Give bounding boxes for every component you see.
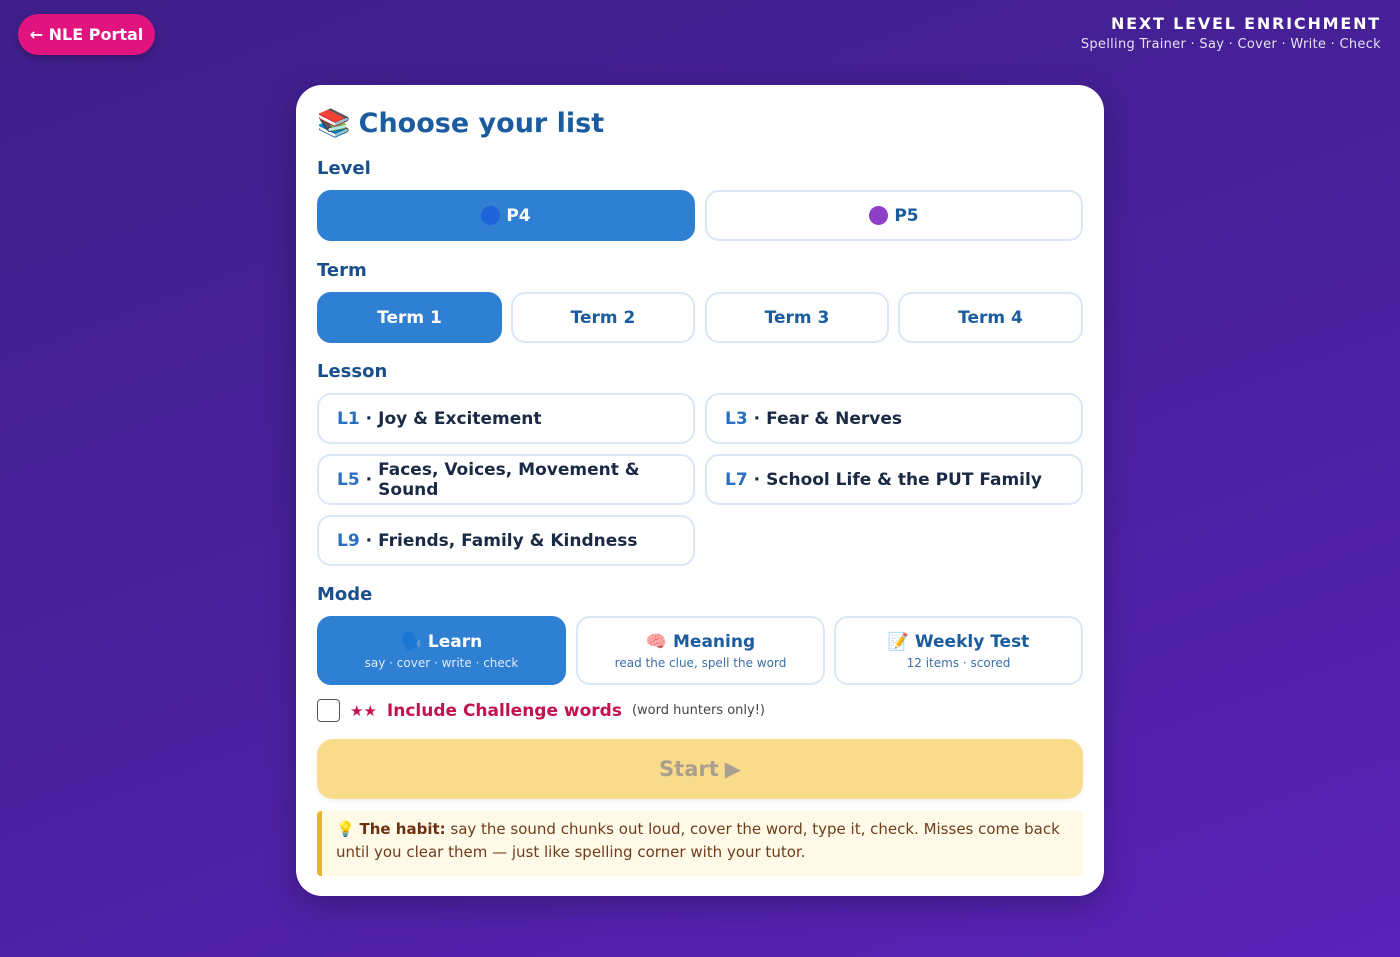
purple-circle-icon <box>869 206 889 225</box>
lesson-title: Friends, Family & Kindness <box>378 530 638 551</box>
level-option-p4[interactable]: P4 <box>317 190 695 241</box>
brand-block: NEXT LEVEL ENRICHMENT Spelling Trainer ·… <box>1081 14 1381 52</box>
books-icon: 📚 <box>317 108 351 139</box>
brand-subtitle: Spelling Trainer · Say · Cover · Write ·… <box>1080 37 1381 52</box>
term-option-label: Term 3 <box>764 307 830 328</box>
mode-label: Mode <box>317 584 373 605</box>
page-title-text: Choose your list <box>358 107 605 139</box>
term-option-label: Term 2 <box>570 307 636 328</box>
lesson-title: Fear & Nerves <box>766 408 902 429</box>
page-title: 📚 Choose your list <box>317 107 605 140</box>
term-option-1[interactable]: Term 1 <box>317 292 502 343</box>
nle-portal-button[interactable]: ← NLE Portal <box>18 14 155 55</box>
lesson-code: L1 <box>337 408 360 429</box>
mode-title-text: Meaning <box>673 631 756 652</box>
memo-icon: 📝 <box>887 631 909 652</box>
term-option-label: Term 4 <box>958 307 1023 328</box>
level-option-label: P4 <box>506 205 531 226</box>
level-option-label: P5 <box>894 205 919 226</box>
mode-title: 🧠 Meaning <box>646 632 755 652</box>
lesson-option-l9[interactable]: L9 · Friends, Family & Kindness <box>317 515 695 566</box>
start-button[interactable]: Start ▶ <box>317 739 1083 799</box>
level-label: Level <box>317 158 371 179</box>
blue-circle-icon <box>481 206 501 225</box>
habit-tip: 💡 The habit: say the sound chunks out lo… <box>317 811 1083 876</box>
lesson-option-l1[interactable]: L1 · Joy & Excitement <box>317 393 695 444</box>
lesson-separator: · <box>753 408 761 429</box>
term-option-2[interactable]: Term 2 <box>511 292 695 343</box>
tip-heading: The habit: <box>359 820 446 838</box>
list-chooser-card: 📚 Choose your list Level P4 P5 Term Term… <box>296 85 1104 896</box>
challenge-row: ★★ Include Challenge words (word hunters… <box>317 699 765 722</box>
start-label: Start <box>659 757 719 781</box>
play-icon: ▶ <box>724 757 741 781</box>
challenge-checkbox[interactable] <box>317 699 340 722</box>
term-option-4[interactable]: Term 4 <box>898 292 1083 343</box>
mode-option-weekly-test[interactable]: 📝 Weekly Test 12 items · scored <box>834 616 1083 685</box>
brand-title: NEXT LEVEL ENRICHMENT <box>1110 14 1381 33</box>
lesson-title: School Life & the PUT Family <box>766 469 1042 490</box>
lesson-code: L5 <box>337 469 360 490</box>
lesson-option-l7[interactable]: L7 · School Life & the PUT Family <box>705 454 1083 505</box>
mode-subtitle: read the clue, spell the word <box>614 655 787 670</box>
lesson-separator: · <box>365 530 373 551</box>
speaking-head-icon: 🗣️ <box>400 631 422 652</box>
stars-icon: ★★ <box>350 701 377 720</box>
mode-title-text: Learn <box>427 631 483 652</box>
mode-option-meaning[interactable]: 🧠 Meaning read the clue, spell the word <box>576 616 825 685</box>
lesson-code: L3 <box>725 408 748 429</box>
lesson-separator: · <box>365 408 373 429</box>
mode-title: 📝 Weekly Test <box>888 632 1030 652</box>
mode-subtitle: say · cover · write · check <box>364 655 519 670</box>
lesson-code: L9 <box>337 530 360 551</box>
term-option-label: Term 1 <box>377 307 442 328</box>
mode-option-learn[interactable]: 🗣️ Learn say · cover · write · check <box>317 616 566 685</box>
lesson-separator: · <box>365 469 373 490</box>
term-label: Term <box>317 260 367 281</box>
lightbulb-icon: 💡 <box>336 820 355 838</box>
term-option-3[interactable]: Term 3 <box>705 292 889 343</box>
lesson-option-l3[interactable]: L3 · Fear & Nerves <box>705 393 1083 444</box>
mode-subtitle: 12 items · scored <box>906 655 1011 670</box>
level-option-p5[interactable]: P5 <box>705 190 1083 241</box>
challenge-note: (word hunters only!) <box>631 703 765 718</box>
lesson-code: L7 <box>725 469 748 490</box>
lesson-label: Lesson <box>317 361 388 382</box>
lesson-separator: · <box>753 469 761 490</box>
brain-icon: 🧠 <box>645 631 668 652</box>
mode-title: 🗣️ Learn <box>401 632 483 652</box>
lesson-option-l5[interactable]: L5 · Faces, Voices, Movement & Sound <box>317 454 695 505</box>
mode-title-text: Weekly Test <box>914 631 1030 652</box>
lesson-title: Joy & Excitement <box>378 408 542 429</box>
challenge-label: Include Challenge words <box>386 700 622 721</box>
lesson-title: Faces, Voices, Movement & Sound <box>378 459 640 500</box>
